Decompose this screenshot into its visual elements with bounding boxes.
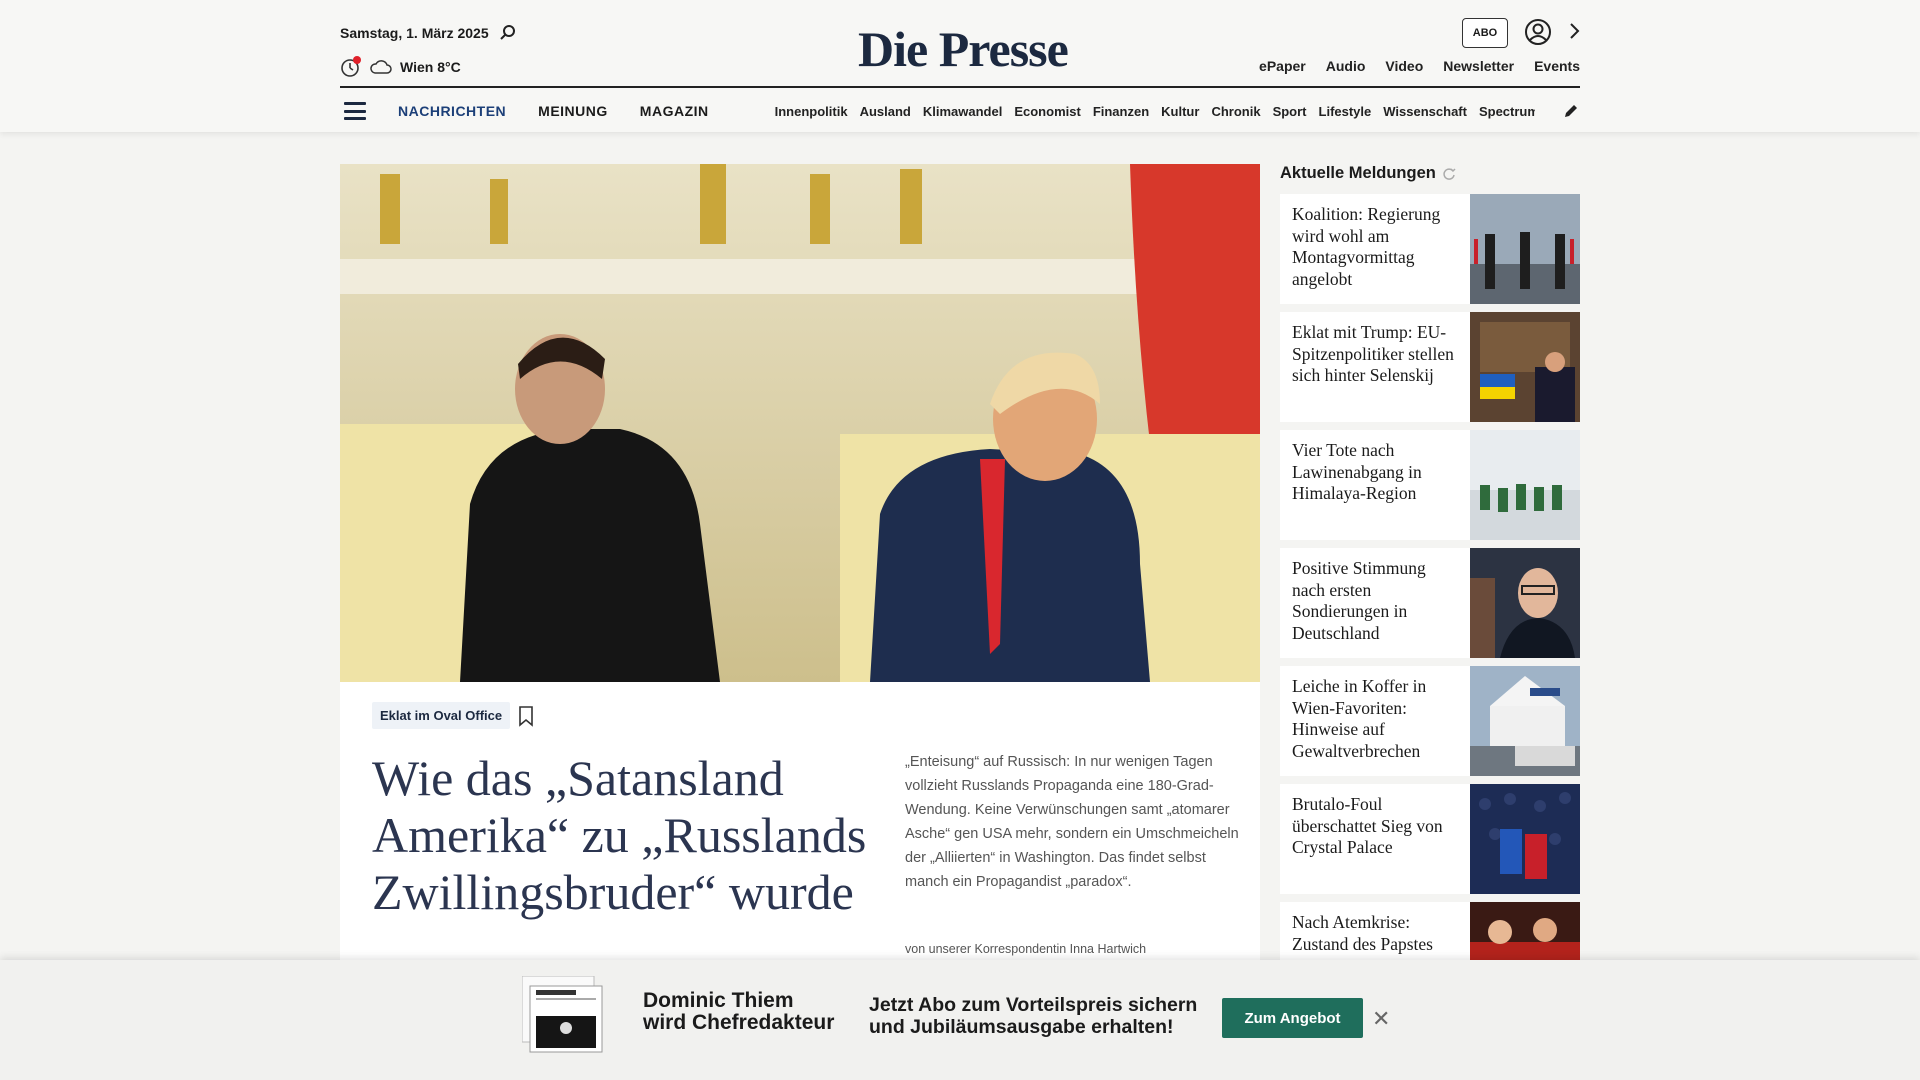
nav-nachrichten[interactable]: NACHRICHTEN (398, 103, 506, 119)
hamburger-menu-icon[interactable] (344, 102, 366, 120)
subnav-klimawandel[interactable]: Klimawandel (923, 104, 1002, 119)
logo[interactable]: Die Presse (858, 20, 1069, 78)
news-thumbnail[interactable] (1470, 548, 1580, 658)
zum-angebot-button[interactable]: Zum Angebot (1222, 998, 1363, 1038)
user-account-icon[interactable] (1524, 18, 1552, 46)
news-thumbnail[interactable] (1470, 784, 1580, 894)
bookmark-icon[interactable] (518, 705, 534, 727)
subnav-economist[interactable]: Economist (1014, 104, 1080, 119)
subnav-lifestyle[interactable]: Lifestyle (1319, 104, 1372, 119)
news-item[interactable]: Leiche in Koffer in Wien-Favoriten: Hinw… (1280, 666, 1580, 776)
hero-image[interactable] (340, 164, 1260, 682)
search-icon[interactable] (499, 24, 517, 42)
news-item[interactable]: Vier Tote nach Lawinenabgang in Himalaya… (1280, 430, 1580, 540)
link-newsletter[interactable]: Newsletter (1443, 58, 1514, 74)
news-item[interactable]: Positive Stimmung nach ersten Sondierung… (1280, 548, 1580, 658)
hero-article[interactable]: Eklat im Oval Office Wie das „Satansland… (340, 164, 1260, 964)
subnav-sport[interactable]: Sport (1273, 104, 1307, 119)
pencil-icon[interactable] (1562, 102, 1580, 120)
news-item[interactable]: Eklat mit Trump: EU-Spitzenpolitiker ste… (1280, 312, 1580, 422)
subnav-spectrum[interactable]: Spectrum (1479, 104, 1535, 119)
close-icon[interactable]: ✕ (1372, 1006, 1390, 1032)
hero-headline[interactable]: Wie das „Satansland Amerika“ zu „Russlan… (372, 750, 872, 921)
subnav-chronik[interactable]: Chronik (1211, 104, 1260, 119)
news-item-title[interactable]: Vier Tote nach Lawinenabgang in Himalaya… (1280, 430, 1470, 540)
news-thumbnail[interactable] (1470, 430, 1580, 540)
site-header: Samstag, 1. März 2025 Wien 8°C Die Press… (0, 0, 1920, 132)
subnav-ausland[interactable]: Ausland (860, 104, 911, 119)
promo-offer: Jetzt Abo zum Vorteilspreis sichern und … (869, 994, 1197, 1038)
latest-news-sidebar: Aktuelle Meldungen Koalition: Regierung … (1280, 164, 1580, 1012)
header-divider (340, 86, 1580, 88)
hero-byline: von unserer Korrespondentin Inna Hartwic… (905, 942, 1147, 956)
newspaper-image (522, 976, 603, 1053)
news-item-title[interactable]: Positive Stimmung nach ersten Sondierung… (1280, 548, 1470, 658)
sidebar-title-text: Aktuelle Meldungen (1280, 164, 1436, 182)
chevron-right-icon[interactable] (1568, 22, 1580, 40)
top-links: ePaper Audio Video Newsletter Events (1259, 58, 1580, 74)
news-item[interactable]: Koalition: Regierung wird wohl am Montag… (1280, 194, 1580, 304)
subnav-kultur[interactable]: Kultur (1161, 104, 1199, 119)
news-thumbnail[interactable] (1470, 312, 1580, 422)
link-epaper[interactable]: ePaper (1259, 58, 1306, 74)
subnav-innenpolitik[interactable]: Innenpolitik (775, 104, 848, 119)
promo-name-line2: wird Chefredakteur (643, 1011, 835, 1034)
sidebar-list: Koalition: Regierung wird wohl am Montag… (1280, 194, 1580, 1020)
kicker-row: Eklat im Oval Office (372, 702, 534, 729)
notification-clock-icon[interactable] (340, 56, 362, 78)
nav-meinung[interactable]: MEINUNG (538, 103, 608, 119)
promo-name: Dominic Thiem wird Chefredakteur (643, 990, 834, 1034)
news-item-title[interactable]: Brutalo-Foul überschattet Sieg von Cryst… (1280, 784, 1470, 894)
cloud-icon (370, 60, 392, 74)
refresh-icon[interactable] (1442, 167, 1456, 181)
news-item-title[interactable]: Eklat mit Trump: EU-Spitzenpolitiker ste… (1280, 312, 1470, 422)
date-row: Samstag, 1. März 2025 (340, 24, 517, 42)
main-sections: NACHRICHTEN MEINUNG MAGAZIN (398, 103, 709, 119)
subnav-wissenschaft[interactable]: Wissenschaft (1383, 104, 1467, 119)
promo-offer-line1: Jetzt Abo zum Vorteilspreis sichern (869, 994, 1198, 1016)
sidebar-title: Aktuelle Meldungen (1280, 164, 1580, 183)
news-thumbnail[interactable] (1470, 666, 1580, 776)
subscription-promo-bar: Dominic Thiem wird Chefredakteur Jetzt A… (0, 960, 1920, 1080)
weather-text: Wien 8°C (400, 59, 461, 75)
subnav-finanzen[interactable]: Finanzen (1093, 104, 1149, 119)
news-item-title[interactable]: Koalition: Regierung wird wohl am Montag… (1280, 194, 1470, 304)
link-audio[interactable]: Audio (1326, 58, 1366, 74)
news-item-title[interactable]: Leiche in Koffer in Wien-Favoriten: Hinw… (1280, 666, 1470, 776)
abo-button[interactable]: ABO (1462, 18, 1508, 48)
current-date: Samstag, 1. März 2025 (340, 25, 489, 41)
kicker-tag[interactable]: Eklat im Oval Office (372, 702, 511, 729)
nav-magazin[interactable]: MAGAZIN (640, 103, 709, 119)
news-item[interactable]: Brutalo-Foul überschattet Sieg von Cryst… (1280, 784, 1580, 894)
hero-teaser: „Enteisung“ auf Russisch: In nur wenigen… (905, 754, 1239, 890)
weather-row: Wien 8°C (340, 56, 461, 78)
promo-offer-line2: und Jubiläumsausgabe erhalten! (869, 1016, 1174, 1038)
news-thumbnail[interactable] (1470, 194, 1580, 304)
sub-sections: Innenpolitik Ausland Klimawandel Economi… (775, 104, 1535, 119)
link-events[interactable]: Events (1534, 58, 1580, 74)
link-video[interactable]: Video (1385, 58, 1423, 74)
promo-name-line1: Dominic Thiem (643, 989, 794, 1012)
main-navigation: NACHRICHTEN MEINUNG MAGAZIN Innenpolitik… (340, 98, 1580, 124)
